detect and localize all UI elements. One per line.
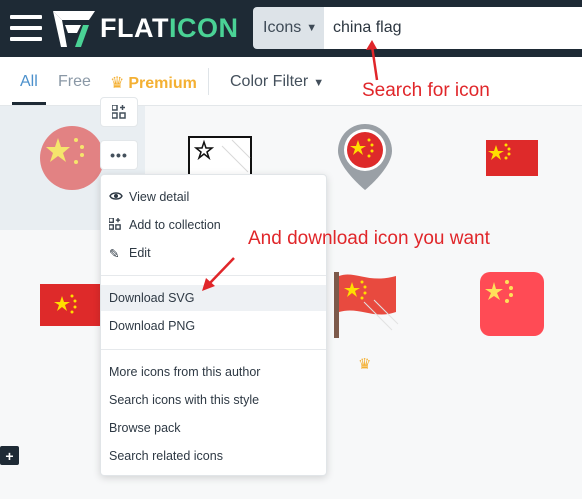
annotation-arrow: [366, 40, 379, 81]
pencil-icon: ✎: [109, 246, 120, 261]
eye-icon: [109, 190, 125, 204]
add-to-collection-button[interactable]: [100, 97, 138, 127]
active-tab-indicator: [12, 102, 46, 105]
color-filter-dropdown[interactable]: Color Filter ▼: [230, 73, 324, 91]
color-filter-label: Color Filter: [230, 73, 309, 90]
annotation-download-label: And download icon you want: [248, 228, 490, 249]
icon-options-menu: View detail Add to collection ✎ Edit Dow…: [100, 174, 327, 476]
divider: [208, 68, 209, 95]
more-options-button[interactable]: •••: [100, 140, 138, 170]
menu-item-label: More icons from this author: [109, 365, 261, 379]
china-flag-waving-icon[interactable]: [334, 272, 400, 338]
china-flag-circle-icon[interactable]: [40, 126, 104, 190]
caret-down-icon: ▼: [313, 77, 325, 89]
menu-item-label: View detail: [129, 190, 190, 204]
menu-item-label: Add to collection: [129, 218, 221, 232]
tab-premium-label: Premium: [128, 75, 197, 92]
premium-crown-icon: ♛: [358, 356, 372, 373]
china-flag-rect-icon[interactable]: [40, 284, 102, 326]
caret-down-icon: ▼: [306, 22, 318, 34]
menu-item-label: Search icons with this style: [109, 393, 260, 407]
logo-text-icon: ICON: [168, 13, 239, 43]
menu-divider: [101, 349, 326, 350]
flaticon-logo-text[interactable]: FLATICON: [100, 13, 238, 43]
plus-icon[interactable]: +: [0, 446, 19, 465]
menu-item-browse-pack[interactable]: Browse pack: [101, 415, 326, 441]
annotation-search-label: Search for icon: [362, 80, 490, 101]
menu-item-search-related[interactable]: Search related icons: [101, 443, 326, 469]
hamburger-menu-icon[interactable]: [10, 15, 42, 41]
tab-premium[interactable]: ♛ Premium: [110, 73, 197, 93]
menu-item-label: Download PNG: [109, 319, 196, 333]
search-type-label: Icons: [263, 19, 302, 36]
menu-item-search-style[interactable]: Search icons with this style: [101, 387, 326, 413]
china-flag-pin-icon[interactable]: [338, 124, 392, 190]
flaticon-logo-icon[interactable]: [53, 11, 95, 47]
china-flag-rect-icon[interactable]: [486, 140, 538, 176]
menu-item-label: Search related icons: [109, 449, 223, 463]
add-collection-icon: [112, 105, 126, 119]
search-type-dropdown[interactable]: Icons ▼: [253, 7, 324, 49]
ellipsis-icon: •••: [110, 147, 128, 163]
add-collection-icon: [108, 216, 125, 233]
menu-item-label: Edit: [129, 246, 151, 260]
menu-item-more-icons-author[interactable]: More icons from this author: [101, 359, 326, 385]
logo-text-flat: FLAT: [100, 13, 169, 43]
china-flag-outline-icon[interactable]: [188, 136, 252, 176]
annotation-arrow: [202, 257, 235, 291]
tab-free[interactable]: Free: [58, 73, 91, 91]
menu-item-view-detail[interactable]: View detail: [101, 184, 326, 210]
menu-item-label: Browse pack: [109, 421, 181, 435]
menu-item-download-png[interactable]: Download PNG: [101, 313, 326, 339]
crown-icon: ♛: [110, 75, 125, 92]
tab-all[interactable]: All: [20, 73, 38, 91]
top-header: FLATICON Icons ▼: [0, 0, 582, 57]
menu-item-label: Download SVG: [109, 291, 195, 305]
filter-bar: All Free ♛ Premium Color Filter ▼: [0, 57, 582, 106]
china-flag-rounded-icon[interactable]: [480, 272, 544, 336]
